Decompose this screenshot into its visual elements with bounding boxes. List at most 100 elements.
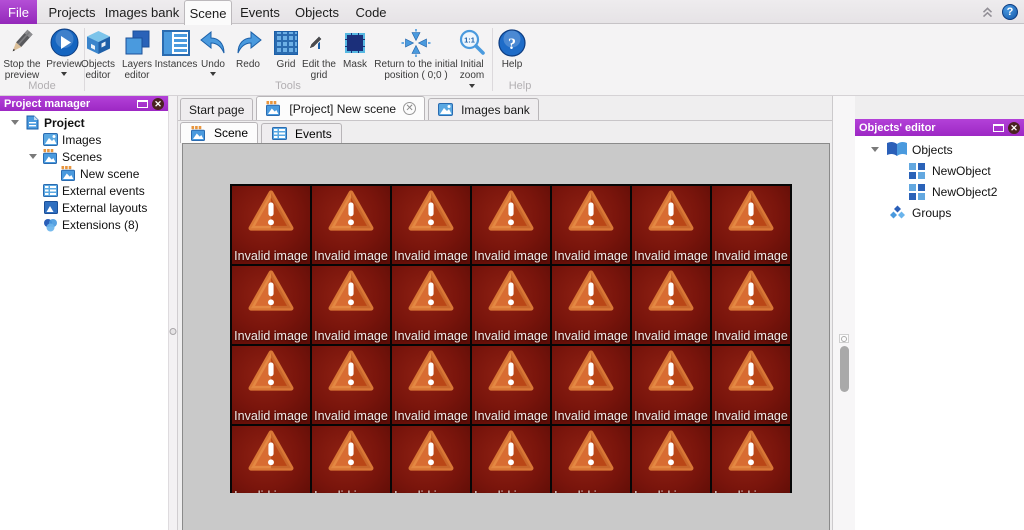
scene-object-instance[interactable]: Invalid image	[632, 266, 710, 344]
warning-triangle-icon	[248, 430, 294, 471]
expander-icon[interactable]	[871, 147, 879, 152]
scene-object-instance[interactable]: Invalid image	[392, 346, 470, 424]
close-panel-icon[interactable]: ✕	[152, 97, 164, 110]
menu-item-events[interactable]: Events	[234, 0, 286, 24]
tree-item-external-layouts[interactable]: External layouts	[0, 199, 168, 216]
stop-preview-button[interactable]: Stop the preview	[0, 26, 44, 81]
redo-button[interactable]: Redo	[234, 26, 262, 70]
scene-object-instance[interactable]: Invalid image	[392, 186, 470, 264]
button-label: Objects editor	[81, 59, 115, 81]
tree-item-label: Scenes	[62, 149, 103, 164]
scene-events-tab-bar: Scene Events	[178, 121, 832, 143]
expander-icon[interactable]	[11, 120, 19, 125]
scene-object-instance[interactable]: Invalid image	[632, 346, 710, 424]
scene-object-instance[interactable]: Invalid image	[472, 186, 550, 264]
vertical-scrollbar[interactable]	[832, 96, 855, 530]
invalid-image-label: Invalid image	[554, 249, 628, 263]
scene-object-instance[interactable]: Invalid image	[552, 186, 630, 264]
button-label: Edit the grid	[302, 59, 336, 81]
tree-item-objects[interactable]: Objects	[855, 139, 1024, 160]
collapse-ribbon-icon[interactable]	[981, 6, 994, 19]
editor-area: Start page [Project] New scene ✕ Images ban…	[178, 96, 832, 530]
scene-object-instance[interactable]: Invalid image	[712, 346, 790, 424]
layers-editor-button[interactable]: Layers editor	[116, 26, 158, 81]
tab-project-new-scene[interactable]: [Project] New scene ✕	[256, 96, 426, 120]
scene-object-instance[interactable]: Invalid image	[632, 186, 710, 264]
splitter-grip-icon[interactable]	[169, 328, 177, 335]
expander-icon[interactable]	[29, 154, 37, 159]
float-panel-icon[interactable]	[137, 99, 148, 108]
tree-item-project[interactable]: Project	[0, 114, 168, 131]
scene-object-instance[interactable]: Invalid image	[552, 266, 630, 344]
tree-item-newobject2[interactable]: NewObject2	[855, 181, 1024, 202]
scene-object-instance[interactable]: Invalid image	[472, 426, 550, 493]
scene-object-instance[interactable]: Invalid image	[232, 426, 310, 493]
tree-item-scenes[interactable]: Scenes	[0, 148, 168, 165]
tree-item-label: Images	[62, 132, 102, 147]
invalid-image-label: Invalid image	[714, 409, 788, 423]
warning-triangle-icon	[728, 430, 774, 471]
tab-events[interactable]: Events	[261, 123, 342, 143]
tab-scene[interactable]: Scene	[180, 122, 259, 143]
help-icon[interactable]: ?	[1002, 4, 1018, 20]
scene-object-instance[interactable]: Invalid image	[232, 186, 310, 264]
objects-editor-button[interactable]: Objects editor	[76, 26, 120, 81]
tree-item-extensions-8[interactable]: Extensions (8)	[0, 216, 168, 233]
tab-start-page[interactable]: Start page	[180, 98, 254, 120]
tab-images-bank[interactable]: Images bank	[428, 98, 539, 120]
tree-item-new-scene[interactable]: New scene	[0, 165, 168, 182]
project-tree: Project Images Scenes New scene External eve…	[0, 111, 168, 233]
mask-button[interactable]: Mask	[339, 26, 371, 70]
instances-button[interactable]: Instances	[153, 26, 199, 70]
scene-object-instance[interactable]: Invalid image	[312, 266, 390, 344]
close-tab-icon[interactable]: ✕	[403, 102, 417, 115]
instances-grid: Invalid image Invalid image Invalid image I…	[230, 184, 792, 493]
menu-item-scene[interactable]: Scene	[184, 0, 232, 25]
tree-item-label: Objects	[912, 142, 953, 157]
menu-item-objects[interactable]: Objects	[290, 0, 344, 24]
scrollbar-thumb[interactable]	[840, 346, 849, 392]
menu-item-images-bank[interactable]: Images bank	[102, 0, 182, 24]
splitter-grip-icon[interactable]	[839, 334, 849, 343]
scene-object-instance[interactable]: Invalid image	[232, 266, 310, 344]
scene-object-instance[interactable]: Invalid image	[552, 346, 630, 424]
scene-canvas[interactable]: Invalid image Invalid image Invalid image I…	[182, 143, 830, 530]
scene-object-instance[interactable]: Invalid image	[392, 266, 470, 344]
invalid-image-label: Invalid image	[312, 489, 390, 493]
edit-grid-button[interactable]: Edit the grid	[299, 26, 339, 81]
scene-object-instance[interactable]: Invalid image	[472, 266, 550, 344]
tree-item-external-events[interactable]: External events	[0, 182, 168, 199]
scene-object-instance[interactable]: Invalid image	[312, 426, 390, 493]
warning-triangle-icon	[248, 350, 294, 391]
close-panel-icon[interactable]: ✕	[1008, 121, 1020, 134]
scene-object-instance[interactable]: Invalid image	[312, 346, 390, 424]
warning-triangle-icon	[408, 270, 454, 311]
invalid-image-label: Invalid image	[552, 489, 630, 493]
menu-item-code[interactable]: Code	[348, 0, 394, 24]
scene-object-instance[interactable]: Invalid image	[712, 426, 790, 493]
scene-object-instance[interactable]: Invalid image	[312, 186, 390, 264]
warning-triangle-icon	[488, 350, 534, 391]
tree-item-label: External layouts	[62, 200, 148, 215]
return-initial-position-button[interactable]: Return to the initial position ( 0;0 )	[372, 26, 460, 81]
scene-object-instance[interactable]: Invalid image	[632, 426, 710, 493]
warning-triangle-icon	[248, 270, 294, 311]
scene-object-instance[interactable]: Invalid image	[712, 266, 790, 344]
undo-button[interactable]: Undo	[199, 26, 227, 76]
file-menu-button[interactable]: File	[0, 0, 37, 24]
panel-splitter[interactable]	[168, 96, 178, 530]
tree-item-newobject[interactable]: NewObject	[855, 160, 1024, 181]
scene-object-instance[interactable]: Invalid image	[712, 186, 790, 264]
float-panel-icon[interactable]	[993, 123, 1004, 132]
scene-object-instance[interactable]: Invalid image	[392, 426, 470, 493]
menu-item-projects[interactable]: Projects	[44, 0, 100, 24]
invalid-image-label: Invalid image	[234, 249, 308, 263]
scene-object-instance[interactable]: Invalid image	[472, 346, 550, 424]
scene-object-instance[interactable]: Invalid image	[552, 426, 630, 493]
tree-item-groups[interactable]: Groups	[855, 202, 1024, 223]
help-button[interactable]: ? Help	[494, 26, 530, 70]
scene-object-instance[interactable]: Invalid image	[232, 346, 310, 424]
tree-item-images[interactable]: Images	[0, 131, 168, 148]
grid-button[interactable]: Grid	[269, 26, 303, 70]
warning-triangle-icon	[328, 190, 374, 231]
